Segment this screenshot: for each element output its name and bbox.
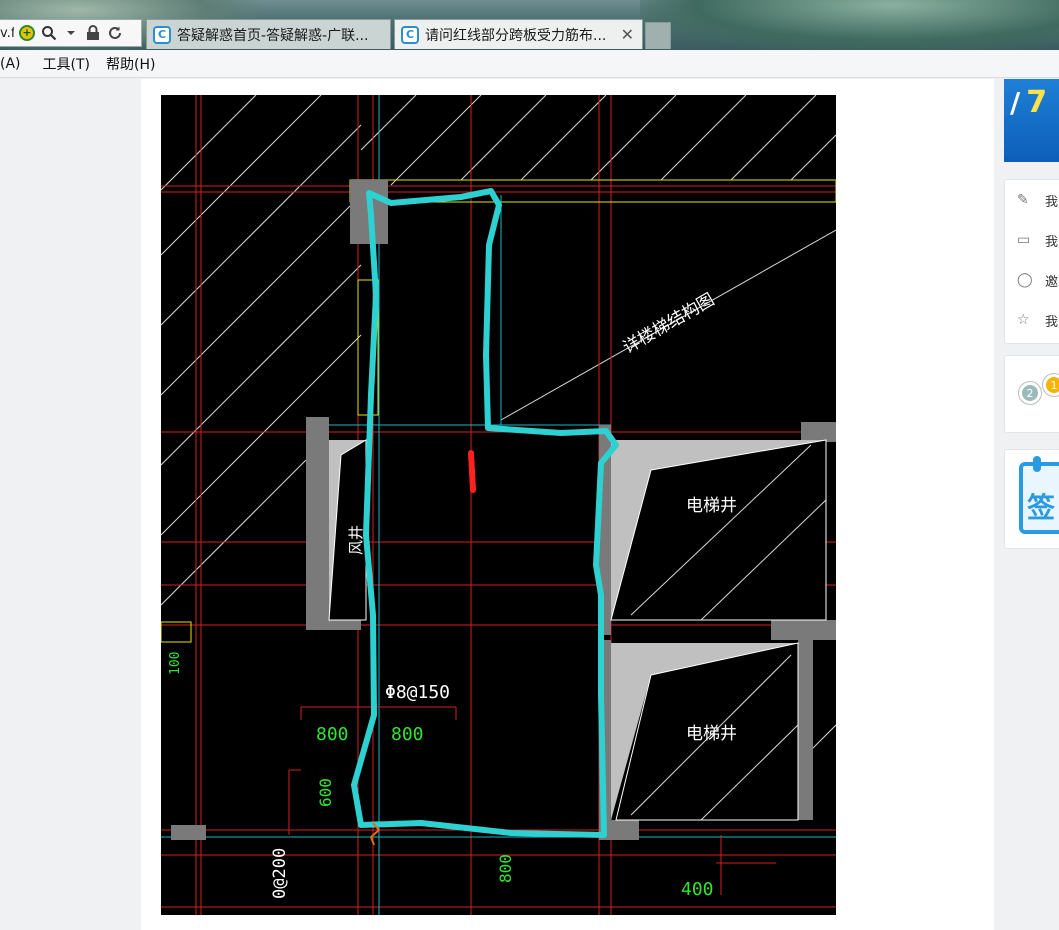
label-elevator-1: 电梯井 — [686, 496, 737, 516]
address-bar[interactable]: v.f + — [0, 19, 142, 47]
user-icon: ◯ — [1017, 272, 1033, 288]
signin-label: 签 — [1027, 491, 1056, 524]
close-tab-icon[interactable]: ✕ — [621, 25, 634, 44]
address-url[interactable]: v.f — [0, 26, 14, 41]
promo-banner[interactable]: /7 — [1004, 79, 1059, 162]
tab-answers-home[interactable]: C 答疑解惑首页-答疑解惑-广联... — [146, 19, 391, 49]
signin-card[interactable]: 签 — [1004, 449, 1059, 549]
tab-title: 请问红线部分跨板受力筋布... — [425, 27, 607, 44]
red-mark — [468, 450, 476, 493]
calendar-icon: 签 — [1019, 456, 1059, 534]
quick-link-favorites[interactable]: ☆ 我 — [1005, 300, 1059, 340]
rebar-label: Φ8@150 — [385, 682, 450, 703]
lock-icon — [84, 24, 102, 42]
comment-icon: ▭ — [1017, 232, 1031, 248]
right-sidebar: /7 ✎ 我 ▭ 我 ◯ 邀 ☆ 我 2 1 签 — [1004, 79, 1059, 930]
site-favicon-icon: C — [153, 25, 171, 44]
dim-left-edge: 100 — [168, 652, 183, 675]
menu-item-tools[interactable]: 工具(T) — [43, 54, 90, 74]
gold-medal-icon: 1 — [1043, 374, 1059, 396]
rebar-bottom: 0@200 — [270, 848, 290, 899]
menu-item-help[interactable]: 帮助(H) — [106, 54, 155, 74]
label-elevator-2: 电梯井 — [686, 724, 737, 744]
quick-link-invite[interactable]: ◯ 邀 — [1005, 260, 1059, 300]
site-security-icon[interactable]: + — [18, 24, 36, 42]
quick-link-my-answers[interactable]: ▭ 我 — [1005, 220, 1059, 260]
menu-item-favorites[interactable]: (A) — [0, 56, 21, 72]
site-favicon-icon: C — [401, 25, 419, 44]
dim-600: 600 — [316, 778, 335, 807]
tab-question[interactable]: C 请问红线部分跨板受力筋布... ✕ — [394, 19, 643, 49]
tab-title: 答疑解惑首页-答疑解惑-广联... — [177, 27, 369, 44]
label-shaft: 风井 — [347, 525, 365, 555]
dim-400: 400 — [681, 879, 714, 900]
new-tab-button[interactable] — [645, 22, 671, 49]
ranking-card[interactable]: 2 1 — [1004, 355, 1059, 433]
wallpaper-foliage — [640, 0, 1059, 50]
star-icon: ☆ — [1017, 312, 1030, 328]
banner-decoration-icon: / — [1010, 86, 1021, 119]
search-icon[interactable] — [40, 24, 58, 42]
menu-bar: (A) 工具(T) 帮助(H) — [0, 50, 1059, 78]
banner-text: 7 — [1026, 85, 1048, 120]
question-edit-icon: ✎ — [1017, 192, 1029, 208]
dim-800-right: 800 — [391, 724, 424, 745]
dim-bottom-800: 800 — [496, 854, 515, 883]
silver-medal-icon: 2 — [1019, 382, 1041, 404]
cad-drawing-image: 详楼梯结构图 电梯井 电梯井 风井 Φ8@150 800 800 600 800… — [161, 95, 836, 915]
quick-links-card: ✎ 我 ▭ 我 ◯ 邀 ☆ 我 — [1004, 179, 1059, 344]
browser-titlebar: v.f + C 答疑解惑首页-答疑解惑-广联... C 请问红线部分跨板受力筋布… — [0, 0, 1059, 50]
page-content: 详楼梯结构图 电梯井 电梯井 风井 Φ8@150 800 800 600 800… — [0, 79, 1059, 930]
quick-link-my-questions[interactable]: ✎ 我 — [1005, 180, 1059, 220]
dropdown-arrow-icon[interactable] — [62, 24, 80, 42]
dim-800-left: 800 — [316, 724, 349, 745]
refresh-icon[interactable] — [106, 24, 124, 42]
